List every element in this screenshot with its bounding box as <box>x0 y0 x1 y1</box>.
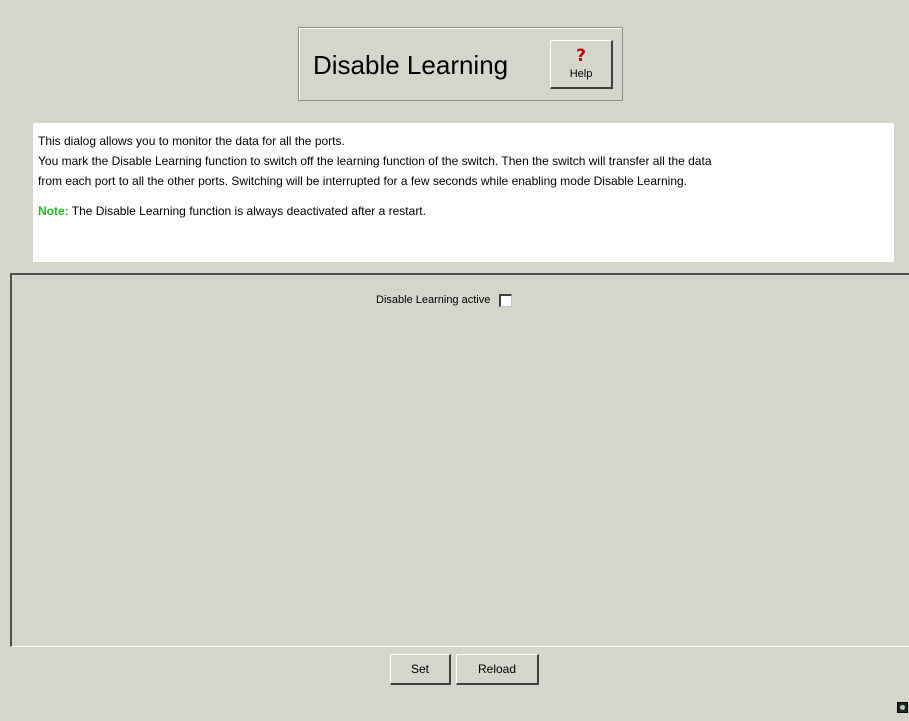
description-line-3: from each port to all the other ports. S… <box>38 174 688 188</box>
description-line-1: This dialog allows you to monitor the da… <box>38 134 345 148</box>
set-button[interactable]: Set <box>390 654 451 685</box>
note-line: Note: The Disable Learning function is a… <box>38 201 890 221</box>
description-panel: This dialog allows you to monitor the da… <box>33 123 894 262</box>
disable-learning-row: Disable Learning active <box>376 293 513 307</box>
note-text: The Disable Learning function is always … <box>68 204 426 218</box>
title-box: Disable Learning ? Help <box>298 27 623 101</box>
help-button[interactable]: ? Help <box>550 40 613 89</box>
page-title: Disable Learning <box>313 50 509 80</box>
description-line-2: You mark the Disable Learning function t… <box>38 154 712 168</box>
reload-button[interactable]: Reload <box>456 654 539 685</box>
settings-panel: Disable Learning active <box>10 273 909 647</box>
status-indicator-icon <box>897 702 908 713</box>
disable-learning-label: Disable Learning active <box>376 294 491 307</box>
disable-learning-checkbox[interactable] <box>499 293 513 307</box>
note-label: Note: <box>38 204 69 218</box>
help-label: Help <box>569 68 593 80</box>
help-icon: ? <box>576 46 586 66</box>
